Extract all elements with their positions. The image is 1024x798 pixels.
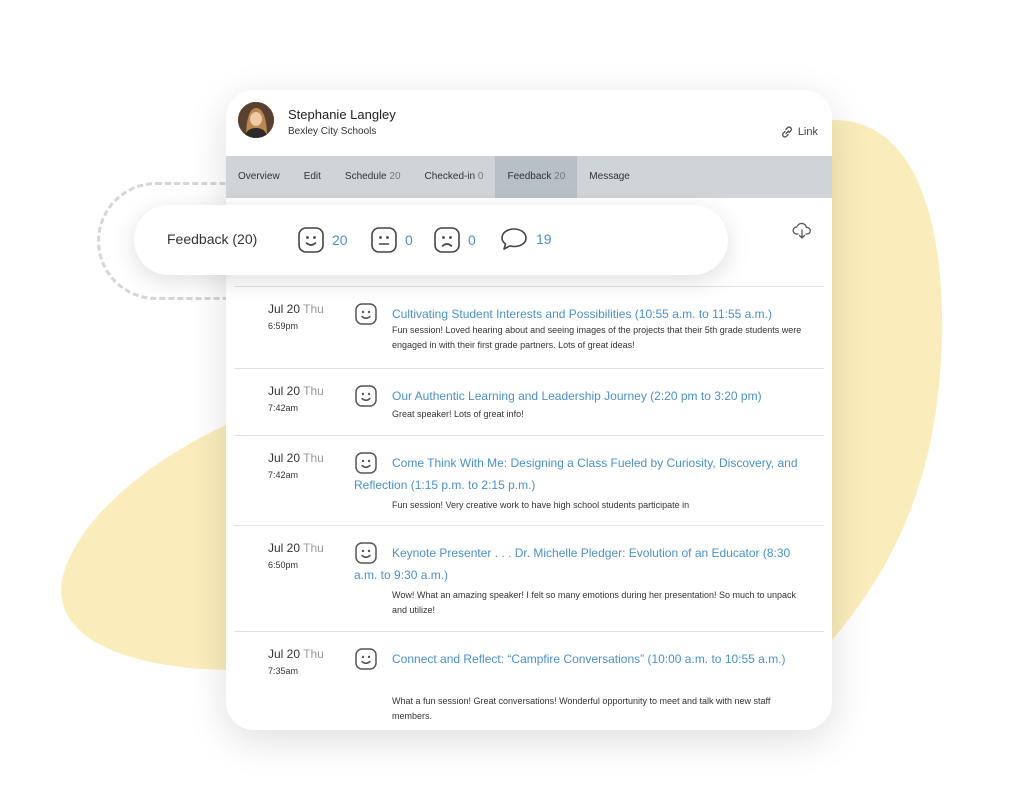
tab-checked-in[interactable]: Checked-in 0 — [413, 156, 496, 198]
download-button[interactable] — [792, 222, 812, 245]
list-item: Jul 20 Thu 7:35am Connect and Reflect: “… — [234, 631, 824, 730]
tab-edit[interactable]: Edit — [292, 156, 333, 198]
entry-day: Thu — [303, 302, 324, 316]
sad-count: 0 — [468, 232, 476, 248]
entry-day: Thu — [303, 541, 324, 555]
list-item: Jul 20 Thu 6:59pm Cultivating Student In… — [234, 286, 824, 368]
link-icon — [781, 126, 792, 138]
entry-session-link[interactable]: Keynote Presenter . . . Dr. Michelle Ple… — [354, 542, 814, 586]
comment-bubble-icon — [501, 228, 527, 250]
attendee-card: Stephanie Langley Bexley City Schools Li… — [226, 90, 832, 730]
entry-date: Jul 20 — [268, 384, 301, 398]
profile-organization: Bexley City Schools — [288, 126, 377, 137]
feedback-summary-bar: Feedback (20) 20 0 0 19 — [134, 205, 728, 275]
entry-session-link[interactable]: Come Think With Me: Designing a Class Fu… — [354, 452, 814, 496]
neutral-count-button[interactable]: 0 — [371, 227, 413, 253]
entry-day: Thu — [303, 647, 324, 661]
entry-session-link[interactable]: Our Authentic Learning and Leadership Jo… — [354, 385, 814, 407]
avatar — [238, 102, 274, 138]
happy-face-icon — [298, 227, 324, 253]
tab-schedule[interactable]: Schedule 20 — [333, 156, 413, 198]
entry-comment: What a fun session! Great conversations!… — [392, 696, 771, 721]
comments-count-button[interactable]: 19 — [500, 227, 552, 251]
entry-time: 7:42am — [268, 470, 299, 480]
entry-day: Thu — [303, 451, 324, 465]
tab-feedback[interactable]: Feedback 20 — [495, 156, 578, 198]
feedback-summary-label: Feedback (20) — [167, 231, 258, 247]
tab-overview[interactable]: Overview — [226, 156, 292, 198]
entry-comment: Great speaker! Lots of great info! — [392, 409, 524, 419]
entry-date: Jul 20 — [268, 541, 301, 555]
sad-face-icon — [434, 227, 460, 253]
tab-feedback-count: 20 — [554, 171, 566, 182]
entry-comment: Wow! What an amazing speaker! I felt so … — [392, 590, 797, 615]
entry-day: Thu — [303, 384, 324, 398]
list-item: Jul 20 Thu 6:50pm Keynote Presenter . . … — [234, 525, 824, 631]
tab-bar: Overview Edit Schedule 20 Checked-in 0 F… — [226, 156, 832, 198]
entry-date: Jul 20 — [268, 647, 301, 661]
cloud-download-icon — [792, 222, 811, 239]
neutral-face-icon — [371, 227, 397, 253]
sad-count-button[interactable]: 0 — [434, 227, 476, 253]
entry-session-link[interactable]: Cultivating Student Interests and Possib… — [354, 303, 814, 325]
tab-checked-in-count: 0 — [477, 171, 484, 182]
entry-date: Jul 20 — [268, 302, 301, 316]
list-item: Jul 20 Thu 7:42am Our Authentic Learning… — [234, 368, 824, 435]
link-button[interactable]: Link — [779, 124, 818, 140]
profile-name: Stephanie Langley — [288, 107, 396, 122]
entry-comment: Fun session! Loved hearing about and see… — [392, 325, 802, 350]
entry-comment: Fun session! Very creative work to have … — [392, 500, 690, 510]
list-item: Jul 20 Thu 7:42am Come Think With Me: De… — [234, 435, 824, 525]
feedback-list: Jul 20 Thu 6:59pm Cultivating Student In… — [234, 286, 824, 730]
entry-session-link[interactable]: Connect and Reflect: “Campfire Conversat… — [354, 648, 814, 670]
tab-schedule-count: 20 — [389, 171, 401, 182]
happy-count-button[interactable]: 20 — [298, 227, 348, 253]
entry-time: 6:59pm — [268, 321, 299, 331]
entry-time: 7:35am — [268, 666, 299, 676]
entry-time: 6:50pm — [268, 560, 299, 570]
entry-date: Jul 20 — [268, 451, 301, 465]
entry-time: 7:42am — [268, 403, 299, 413]
profile-header: Stephanie Langley Bexley City Schools Li… — [226, 90, 832, 156]
tab-message[interactable]: Message — [577, 156, 642, 198]
happy-count: 20 — [332, 232, 348, 248]
link-label: Link — [797, 126, 818, 138]
comments-count: 19 — [536, 231, 552, 247]
neutral-count: 0 — [405, 232, 413, 248]
